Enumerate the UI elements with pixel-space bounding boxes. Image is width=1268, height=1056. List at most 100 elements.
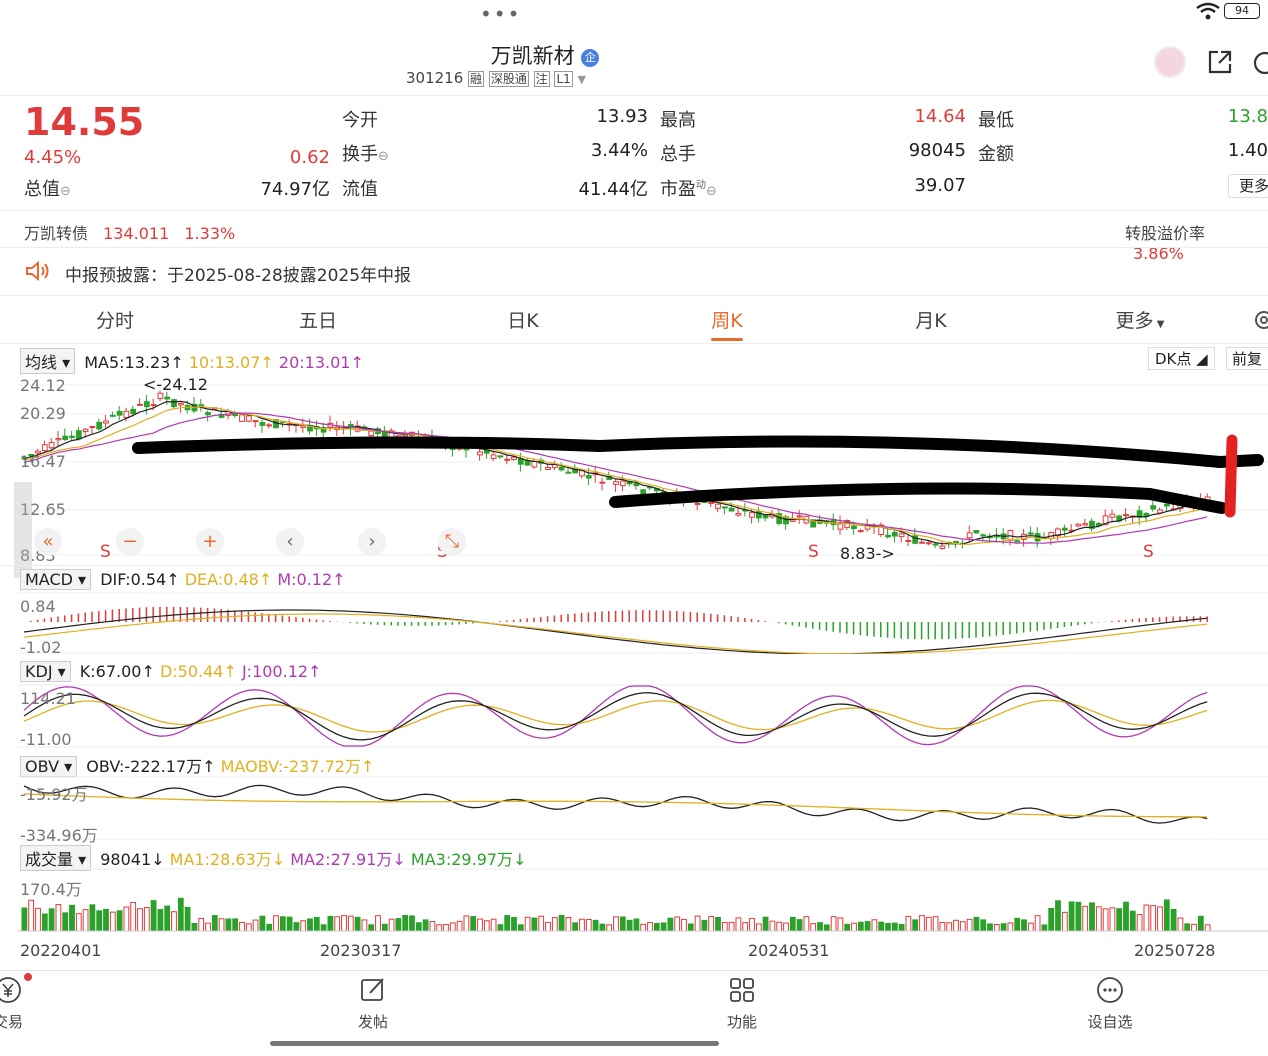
volume-bar xyxy=(1102,908,1109,932)
volume-bar xyxy=(252,919,259,932)
candle-body xyxy=(368,430,375,437)
volume-chart[interactable] xyxy=(0,868,1268,932)
kdj-y-top: 114.21 xyxy=(20,689,76,708)
volume-bar xyxy=(857,921,864,932)
volume-bar xyxy=(538,915,545,932)
stock-name: 万凯新材 xyxy=(490,44,575,68)
zoom-out-icon[interactable]: − xyxy=(116,528,144,556)
obv-chart[interactable] xyxy=(0,776,1268,840)
candle-body xyxy=(103,420,109,424)
volume-bar xyxy=(687,923,694,932)
volume-ma3: MA3:29.97万 xyxy=(410,850,514,869)
bond-price: 134.011 xyxy=(103,224,170,243)
scroll-left-panel[interactable] xyxy=(14,482,32,578)
window-dots[interactable]: ••• xyxy=(480,2,521,26)
scroll-far-left-icon[interactable]: « xyxy=(34,528,62,556)
caret-down-icon: ▼ xyxy=(1153,319,1165,330)
pe-dynamic-mark: 动 xyxy=(696,180,706,191)
volume-bar xyxy=(1136,914,1143,932)
kdj-chart[interactable] xyxy=(0,684,1268,748)
tab-five-day[interactable]: 五日 xyxy=(258,306,378,333)
macd-chart[interactable] xyxy=(0,592,1268,654)
volume-bar xyxy=(150,900,157,932)
volume-bar xyxy=(837,917,844,932)
label-volume: 总手 xyxy=(660,144,696,165)
avatar[interactable] xyxy=(1154,46,1186,78)
gear-icon[interactable] xyxy=(1252,308,1268,336)
candle-body xyxy=(905,539,912,542)
volume-bar xyxy=(660,922,667,932)
info-icon[interactable]: ⊖ xyxy=(378,149,389,164)
obv-y-bottom: -334.96万 xyxy=(20,826,98,845)
expand-icon[interactable]: ⤡ xyxy=(438,528,466,556)
label-market-cap: 总值⊖ xyxy=(24,179,71,200)
candle-body xyxy=(613,481,619,485)
candle-body xyxy=(891,531,898,537)
volume-bar xyxy=(239,921,245,932)
yen-icon xyxy=(0,977,21,1003)
nav-post[interactable]: 发帖 xyxy=(333,975,413,1032)
candle-body xyxy=(721,506,728,509)
volume-bar xyxy=(1197,915,1204,932)
volume-bar xyxy=(783,922,789,932)
bond-pct: 1.33% xyxy=(184,224,236,243)
info-icon[interactable]: ⊖ xyxy=(706,184,717,199)
candle-body xyxy=(252,420,259,423)
value-turnover: 3.44% xyxy=(590,140,648,161)
nav-trade[interactable]: 交易 xyxy=(0,975,48,1032)
candle-body xyxy=(143,401,150,408)
volume-bar xyxy=(375,915,381,932)
candle-body xyxy=(116,410,123,416)
volume-bar xyxy=(293,922,300,932)
volume-bar xyxy=(422,919,429,932)
volume-bar xyxy=(443,924,449,932)
candle-body xyxy=(633,483,640,487)
sell-mark-4: S xyxy=(1143,542,1154,562)
dk-point-button[interactable]: DK点 ◢ xyxy=(1148,347,1215,370)
search-icon[interactable] xyxy=(1252,50,1268,80)
tab-more[interactable]: 更多 ▼ xyxy=(1080,306,1200,333)
value-low: 13.8 xyxy=(1227,106,1268,127)
volume-bar xyxy=(987,923,993,932)
info-icon[interactable]: ⊖ xyxy=(60,184,71,199)
y-label-3: 16.47 xyxy=(20,452,66,471)
volume-bar xyxy=(171,911,177,932)
volume-bar xyxy=(75,913,82,932)
zoom-in-icon[interactable]: + xyxy=(196,528,224,556)
volume-bar xyxy=(864,921,871,932)
tab-intraday[interactable]: 分时 xyxy=(55,306,175,333)
low-mark: 8.83-> xyxy=(840,544,895,563)
obv-selector[interactable]: OBV ▾ xyxy=(20,756,78,777)
adjust-button[interactable]: 前复 xyxy=(1226,347,1268,370)
volume-bar xyxy=(742,922,749,932)
notice-text[interactable]: 中报预披露：于2025-08-28披露2025年中报 xyxy=(65,261,411,286)
candle-body xyxy=(857,530,864,533)
macd-selector[interactable]: MACD ▾ xyxy=(20,569,92,590)
nav-add-watchlist[interactable]: 设自选 xyxy=(1070,975,1150,1032)
candle-body xyxy=(490,454,497,459)
tab-monthly-k[interactable]: 月K xyxy=(871,306,991,333)
volume-bar xyxy=(341,915,347,932)
stock-code-row[interactable]: 301216 融 深股通 注 L1 ▼ xyxy=(406,69,586,87)
chevron-right-icon[interactable]: › xyxy=(358,528,386,556)
share-icon[interactable] xyxy=(1206,48,1234,80)
kline-chart[interactable] xyxy=(0,368,1268,568)
kdj-selector[interactable]: KDJ ▾ xyxy=(20,661,71,682)
bond-row[interactable]: 万凯转债 134.011 1.33% xyxy=(24,220,235,244)
more-button[interactable]: 更多 xyxy=(1228,174,1268,198)
date-label-3: 20240531 xyxy=(748,941,830,960)
chevron-left-icon[interactable]: ‹ xyxy=(276,528,304,556)
candle-body xyxy=(851,525,857,530)
tab-weekly-k[interactable]: 周K xyxy=(667,306,787,341)
macd-dea: DEA:0.48 xyxy=(184,570,259,589)
volume-bar xyxy=(946,922,953,932)
candle-body xyxy=(137,403,143,406)
volume-bar xyxy=(1021,919,1027,932)
volume-bar xyxy=(585,919,592,932)
candle-body xyxy=(69,435,75,439)
candle-body xyxy=(245,415,252,422)
nav-functions[interactable]: 功能 xyxy=(702,975,782,1032)
tab-daily-k[interactable]: 日K xyxy=(463,306,583,333)
change-percent: 4.45% xyxy=(24,147,82,168)
volume-bar xyxy=(55,904,62,932)
